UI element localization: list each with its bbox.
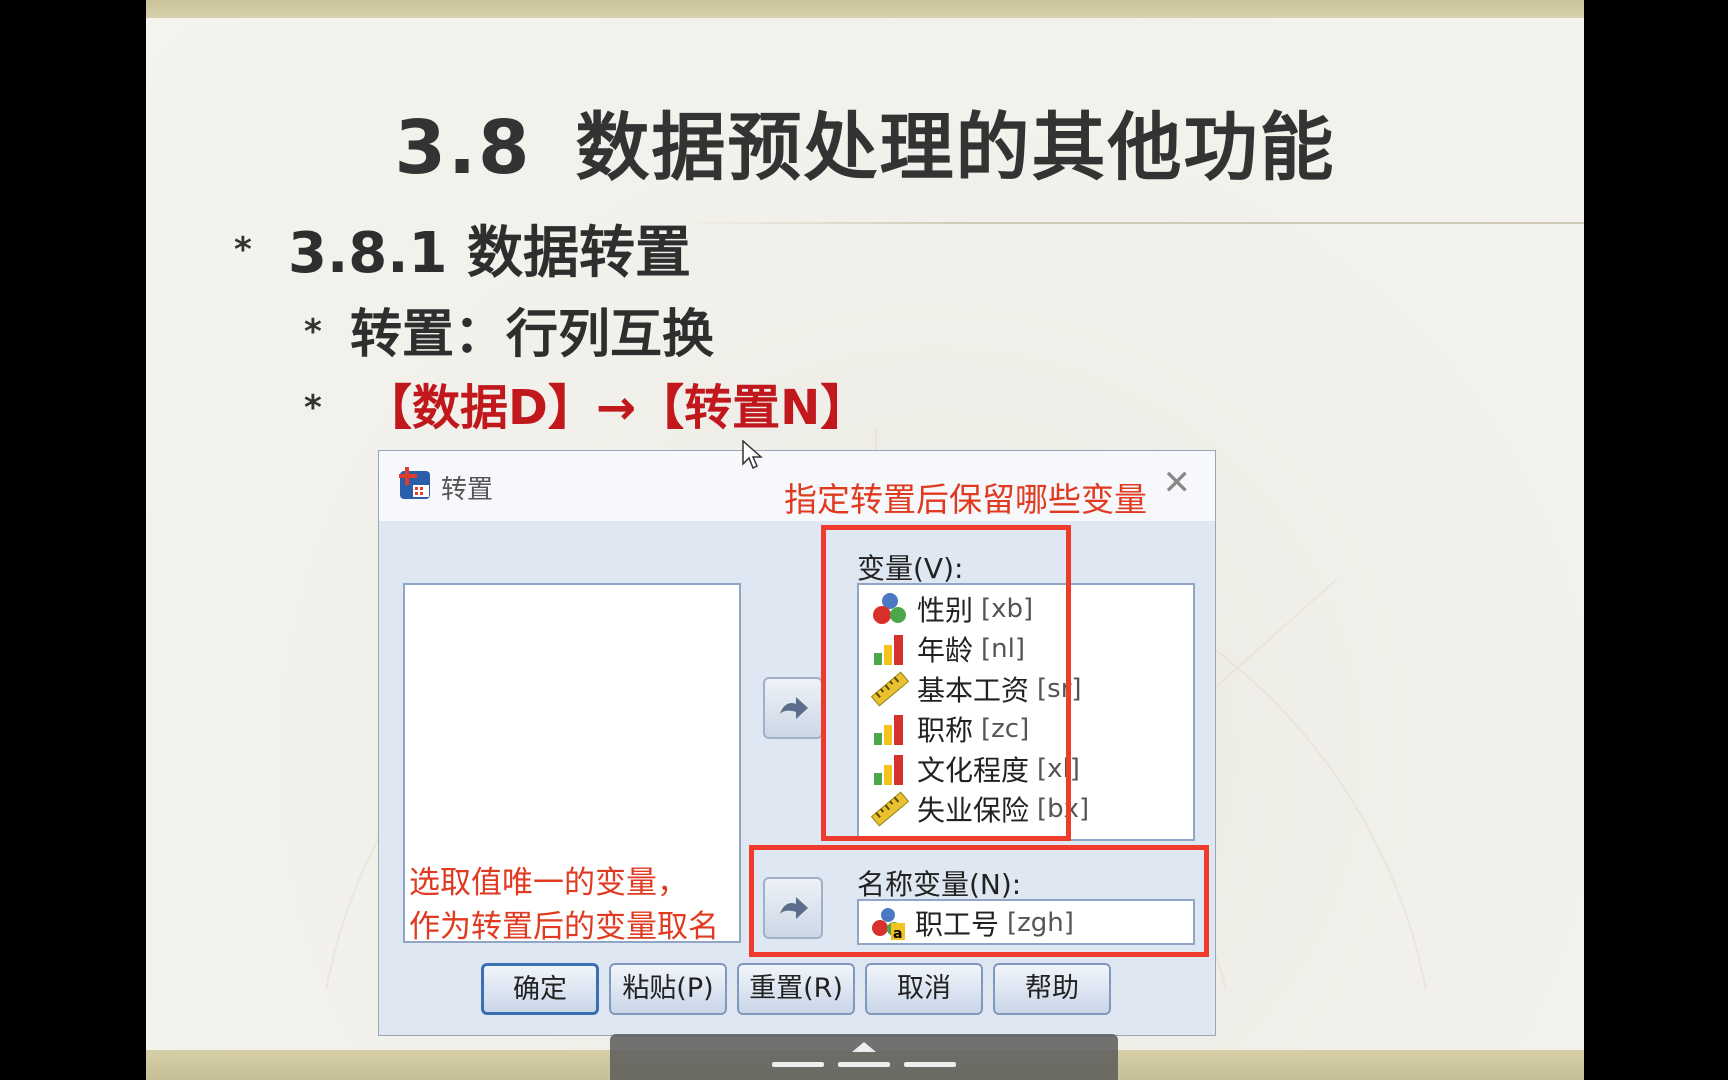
dialog-title: 转置 [441, 475, 494, 505]
player-bar-1 [772, 1062, 824, 1067]
cancel-button[interactable]: 取消 [865, 963, 983, 1015]
mouse-cursor-icon [742, 440, 763, 470]
annotation-name-var-line1: 选取值唯一的变量， [409, 865, 688, 901]
slide-top-band [146, 0, 1584, 18]
spss-app-icon [399, 467, 430, 499]
help-button[interactable]: 帮助 [993, 963, 1111, 1015]
bullet-3: * [304, 388, 322, 428]
menu-path: 【数据D】→【转置N】 [364, 380, 869, 436]
highlight-variables-box [821, 525, 1071, 841]
title-divider [676, 222, 1584, 224]
paste-button[interactable]: 粘贴(P) [609, 963, 727, 1015]
bullet-2: * [304, 312, 322, 352]
bullet-1: * [234, 230, 252, 270]
video-player-controls[interactable] [610, 1034, 1118, 1080]
player-bar-2 [838, 1062, 890, 1067]
subheading-transpose: 转置：行列互换 [350, 305, 715, 365]
title-text: 数据预处理的其他功能 [575, 105, 1336, 191]
reset-button[interactable]: 重置(R) [737, 963, 855, 1015]
transpose-dialog: 转置 指定转置后保留哪些变量 ✕ 选取值唯一的变量， 作为转置后的变量取名 变量… [378, 450, 1216, 1036]
move-to-variables-button[interactable] [763, 677, 823, 739]
highlight-name-variable-box [749, 845, 1209, 957]
ok-button[interactable]: 确定 [481, 963, 599, 1015]
annotation-variables: 指定转置后保留哪些变量 [784, 480, 1147, 519]
title-number: 3.8 [394, 105, 532, 191]
close-icon[interactable]: ✕ [1163, 463, 1192, 503]
player-bar-3 [904, 1062, 956, 1067]
annotation-name-var-line2: 作为转置后的变量取名 [409, 909, 719, 945]
dialog-titlebar: 转置 指定转置后保留哪些变量 ✕ [379, 451, 1215, 521]
page-title: 3.8 数据预处理的其他功能 [146, 88, 1584, 195]
chevron-up-icon[interactable] [850, 1040, 878, 1054]
section-heading: 3.8.1 数据转置 [288, 221, 691, 286]
arrow-right-icon [780, 697, 808, 719]
